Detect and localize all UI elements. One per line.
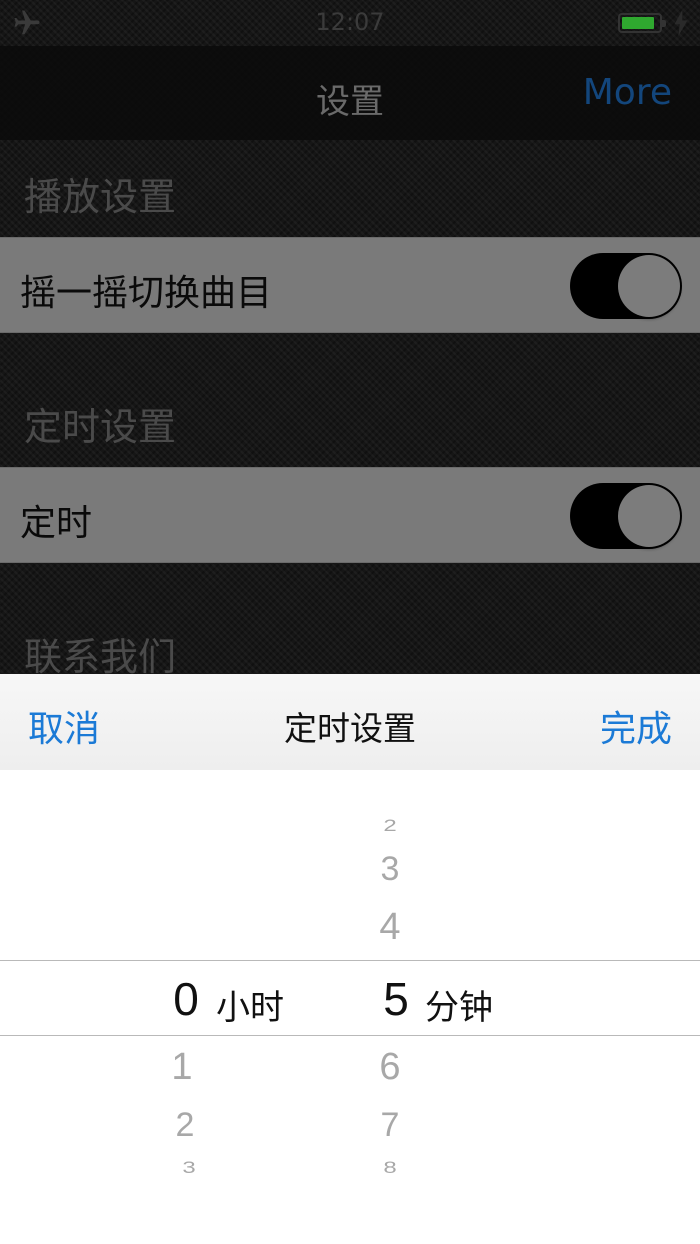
done-button[interactable]: 完成: [600, 700, 672, 752]
minutes-option: 6: [379, 1046, 401, 1088]
toggle-knob: [618, 255, 680, 317]
hours-unit: 小时: [216, 988, 284, 1028]
section-header-playback: 播放设置: [24, 175, 177, 219]
minutes-selected: 5: [383, 973, 409, 1025]
minutes-option: 8: [383, 1158, 397, 1178]
shake-switch-row: 摇一摇切换曲目: [0, 237, 700, 333]
picker-toolbar: 取消 定时设置 完成: [0, 674, 700, 770]
selection-top-line: [0, 960, 700, 961]
hours-option: 1: [171, 1046, 193, 1088]
navigation-bar: 设置 More: [0, 46, 700, 140]
shake-switch-toggle[interactable]: [570, 253, 682, 319]
section-header-contact: 联系我们: [24, 635, 177, 679]
toggle-knob: [618, 485, 680, 547]
time-picker[interactable]: 0 小时 1 2 3 2 3 4 5 分钟 6 7 8: [0, 770, 700, 1244]
minutes-option: 7: [380, 1106, 400, 1144]
selection-bottom-line: [0, 1035, 700, 1036]
status-bar: 12:07: [0, 0, 700, 46]
minutes-unit: 分钟: [425, 988, 493, 1028]
timer-row: 定时: [0, 467, 700, 563]
status-time: 12:07: [315, 8, 385, 36]
hours-selected: 0: [173, 973, 199, 1025]
minutes-option: 2: [383, 816, 397, 836]
more-button[interactable]: More: [583, 72, 672, 113]
timer-toggle[interactable]: [570, 483, 682, 549]
hours-option: 2: [175, 1106, 195, 1144]
battery-icon: [618, 13, 666, 33]
section-header-timer: 定时设置: [24, 405, 177, 449]
charging-bolt-icon: [674, 10, 688, 36]
hours-option: 3: [182, 1158, 196, 1178]
shake-switch-label: 摇一摇切换曲目: [20, 273, 273, 314]
minutes-option: 3: [380, 850, 400, 888]
minutes-option: 4: [379, 906, 401, 948]
timer-picker-sheet: 取消 定时设置 完成 0 小时 1 2 3 2 3 4 5 分钟 6 7 8: [0, 674, 700, 1244]
timer-label: 定时: [20, 503, 93, 544]
picker-title: 定时设置: [284, 709, 416, 748]
